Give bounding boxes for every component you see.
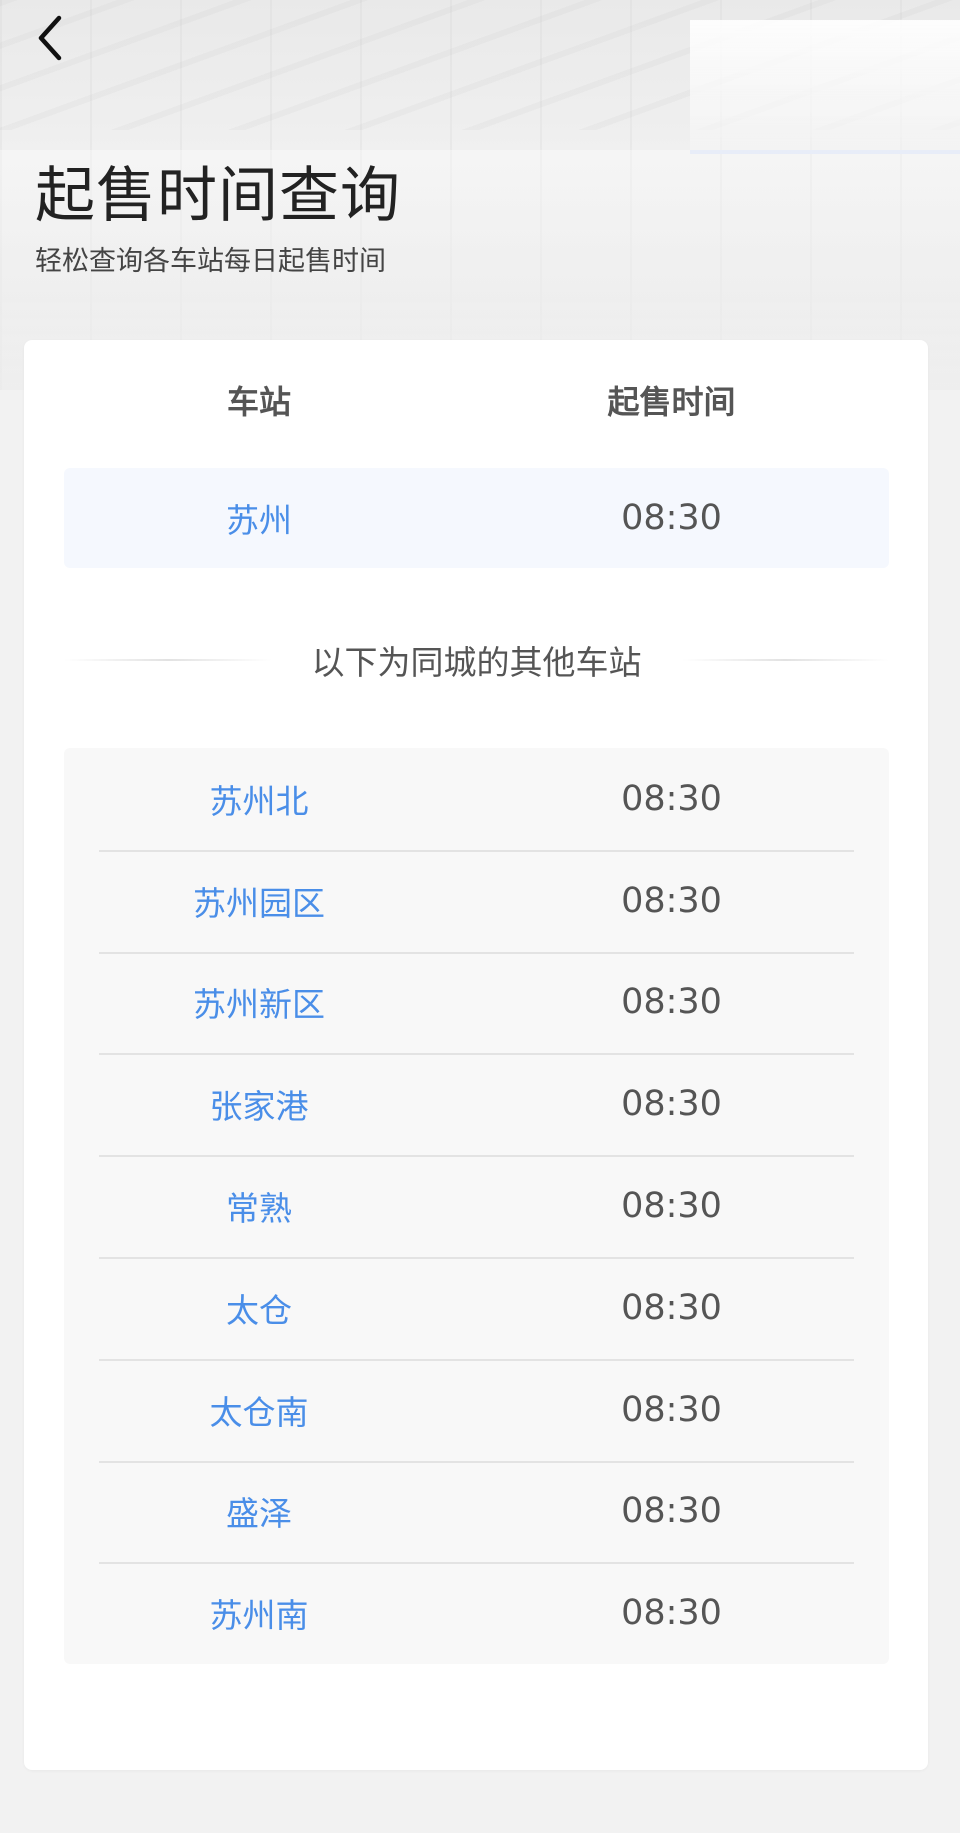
station-name[interactable]: 苏州北 (64, 775, 454, 823)
other-stations-list: 苏州北 08:30 苏州园区 08:30 苏州新区 08:30 张家港 08:3… (64, 748, 889, 1664)
back-button[interactable] (28, 12, 72, 64)
station-name[interactable]: 太仓南 (64, 1386, 454, 1434)
station-name[interactable]: 苏州园区 (64, 877, 454, 925)
page-subtitle: 轻松查询各车站每日起售时间 (35, 246, 386, 277)
sale-time: 08:30 (621, 1491, 722, 1532)
sale-time: 08:30 (621, 1389, 722, 1430)
list-item[interactable]: 张家港 08:30 (64, 1053, 889, 1155)
list-item[interactable]: 苏州南 08:30 (64, 1562, 889, 1664)
station-name[interactable]: 常熟 (64, 1182, 454, 1230)
station-name[interactable]: 苏州南 (64, 1589, 454, 1637)
list-item[interactable]: 太仓 08:30 (64, 1256, 889, 1359)
station-name[interactable]: 苏州 (64, 494, 454, 542)
list-item[interactable]: 太仓南 08:30 (64, 1358, 889, 1461)
table-header: 车站 起售时间 (64, 370, 889, 430)
list-item[interactable]: 苏州新区 08:30 (64, 951, 889, 1054)
list-item[interactable]: 常熟 08:30 (64, 1155, 889, 1257)
station-name[interactable]: 太仓 (64, 1284, 454, 1332)
list-item[interactable]: 盛泽 08:30 (64, 1460, 889, 1563)
column-header-time: 起售时间 (607, 383, 736, 421)
sale-time: 08:30 (621, 1186, 722, 1227)
divider-text: 以下为同城的其他车站 (311, 643, 642, 682)
divider-line-right (681, 659, 889, 661)
station-name[interactable]: 张家港 (64, 1080, 454, 1128)
sale-time: 08:30 (621, 498, 722, 538)
station-name[interactable]: 苏州新区 (64, 978, 454, 1026)
same-city-divider: 以下为同城的其他车站 (64, 630, 889, 690)
list-item[interactable]: 苏州北 08:30 (64, 748, 889, 850)
page-title: 起售时间查询 (35, 161, 401, 231)
divider-line-left (64, 659, 272, 661)
hero-train-image (690, 20, 960, 154)
sale-time-card: 车站 起售时间 苏州 08:30 以下为同城的其他车站 苏州北 08:30 苏州… (24, 340, 928, 1770)
station-name[interactable]: 盛泽 (64, 1487, 454, 1535)
sale-time: 08:30 (621, 1084, 722, 1125)
sale-time: 08:30 (621, 1287, 722, 1328)
sale-time: 08:30 (621, 778, 722, 819)
sale-time: 08:30 (621, 880, 722, 921)
chevron-left-icon (38, 15, 62, 61)
sale-time: 08:30 (621, 982, 722, 1023)
column-header-station: 车站 (226, 383, 291, 421)
list-item[interactable]: 苏州园区 08:30 (64, 849, 889, 952)
main-station-row[interactable]: 苏州 08:30 (64, 468, 889, 568)
sale-time: 08:30 (621, 1593, 722, 1634)
